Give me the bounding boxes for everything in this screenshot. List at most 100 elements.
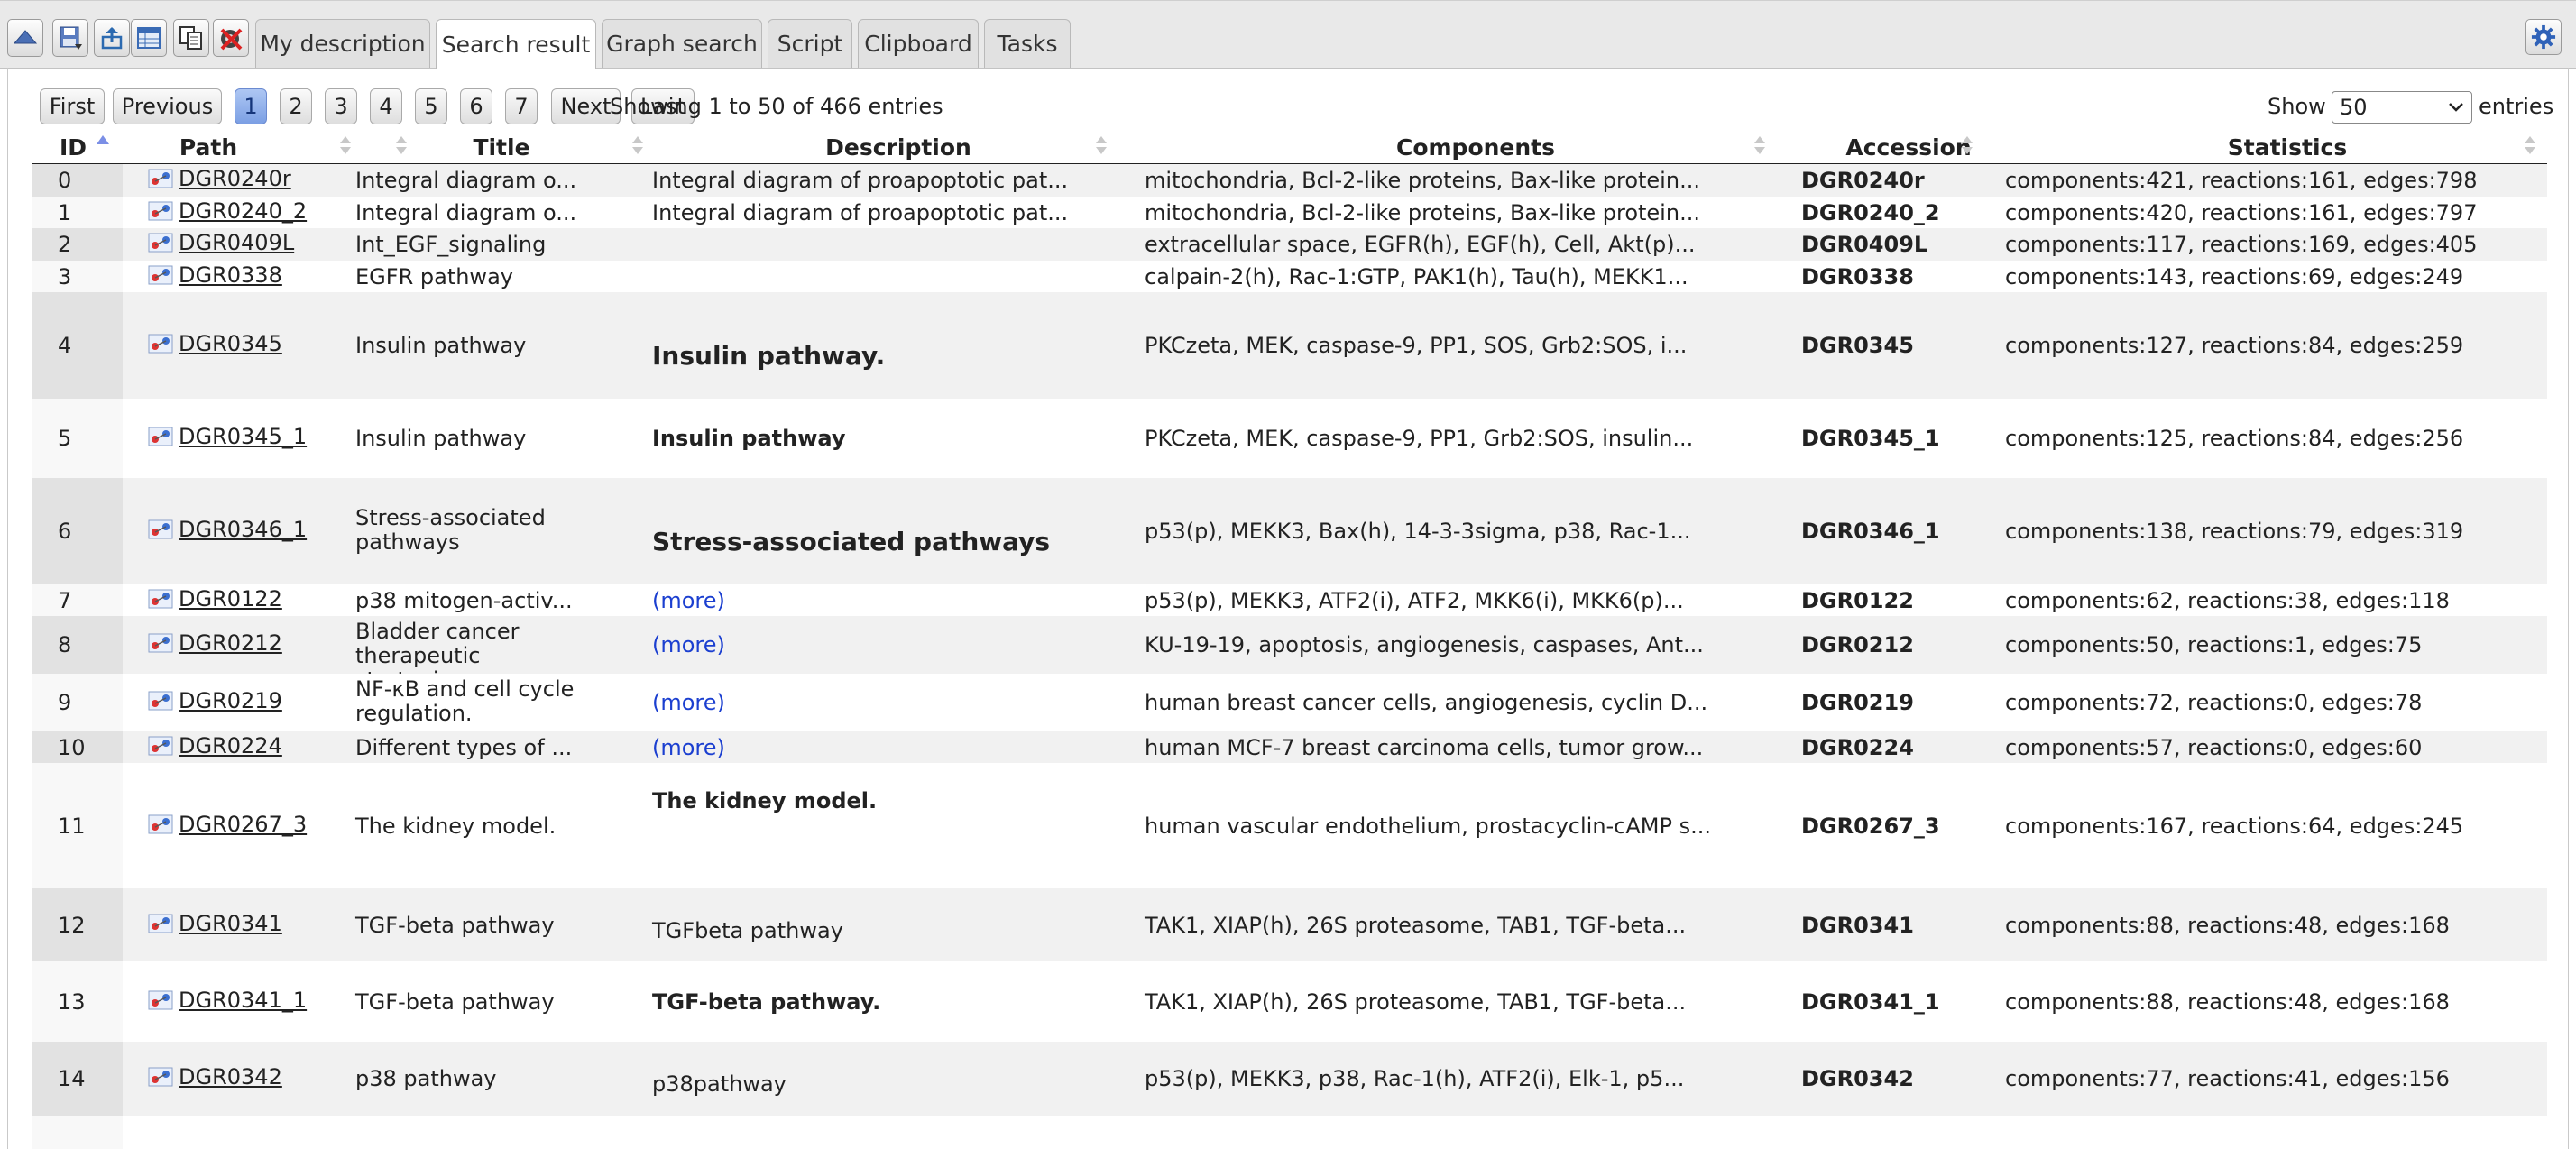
row-accession: DGR0240_2 [1801, 199, 1940, 225]
row-statistics: components:421, reactions:161, edges:798 [2005, 168, 2478, 193]
export-icon[interactable] [94, 19, 130, 57]
table-row: 11 DGR0267_3 The kidney model. The kidney m… [32, 763, 2547, 888]
table-row: 1 DGR0240_2 Integral diagram o... Integral … [32, 197, 2547, 228]
row-path-link[interactable]: DGR0345_1 [179, 424, 307, 449]
row-description-more-link[interactable]: (more) [652, 735, 725, 760]
row-statistics: components:57, reactions:0, edges:60 [2005, 734, 2423, 760]
row-path-link[interactable]: DGR0122 [179, 586, 282, 611]
row-path-link[interactable]: DGR0341_1 [179, 988, 307, 1013]
diagram-icon [148, 201, 173, 220]
row-components: TAK1, XIAP(h), 26S proteasome, TAB1, TGF… [1145, 912, 1687, 938]
entries-per-page-select[interactable]: 50 [2332, 91, 2472, 124]
page-button-3[interactable]: 3 [325, 88, 357, 124]
row-path-link[interactable]: DGR0240_2 [179, 198, 307, 224]
row-description: p38pathway [652, 1071, 787, 1097]
page-button-2[interactable]: 2 [280, 88, 312, 124]
table-row: 13 DGR0341_1 TGF-beta pathway TGF-beta path… [32, 961, 2547, 1042]
sort-both-icon [632, 136, 643, 154]
copy-icon[interactable] [173, 19, 209, 57]
row-path: DGR0338 [148, 262, 282, 288]
row-path-link[interactable]: DGR0212 [179, 630, 282, 656]
tab-tasks[interactable]: Tasks [984, 19, 1071, 68]
tab-graph-search[interactable]: Graph search [602, 19, 762, 68]
row-path: DGR0342 [148, 1064, 282, 1089]
entries-info: Showing 1 to 50 of 466 entries [610, 94, 943, 119]
row-path-link[interactable]: DGR0342 [179, 1064, 282, 1089]
row-path-link[interactable]: DGR0409L [179, 230, 294, 255]
table-row: 8DGR0212Bladder cancer therapeutic strat… [32, 616, 2547, 693]
tab-script[interactable]: Script [768, 19, 852, 68]
table-row: 7 DGR0122 p38 mitogen-activ... (more) p53(p)… [32, 584, 2547, 616]
row-path-link[interactable]: DGR0240r [179, 166, 291, 191]
row-id: 5 [32, 399, 123, 478]
diagram-icon [148, 265, 173, 284]
row-title: Insulin pathway [355, 333, 527, 358]
diagram-icon [148, 169, 173, 188]
row-title: EGFR pathway [355, 263, 513, 290]
row-components: mitochondria, Bcl-2-like proteins, Bax-l… [1145, 199, 1700, 225]
previous-page-button[interactable]: Previous [113, 88, 222, 124]
collapse-up-icon[interactable] [7, 19, 43, 57]
page-button-7[interactable]: 7 [505, 88, 538, 124]
row-accession: DGR0409L [1801, 232, 1928, 257]
row-title: Int_EGF_signaling [355, 232, 547, 257]
save-icon[interactable] [52, 19, 88, 57]
diagram-icon [148, 334, 173, 354]
tab-search-result[interactable]: Search result [436, 19, 596, 69]
row-path-link[interactable]: DGR0338 [179, 262, 282, 288]
row-id: 1 [32, 197, 123, 228]
row-path: DGR0409L [148, 230, 294, 255]
page-button-1[interactable]: 1 [235, 88, 267, 124]
row-description: Stress-associated pathways [652, 527, 1051, 556]
table-row: 4 DGR0345 Insulin pathway Insulin pathway. P… [32, 292, 2547, 399]
page-button-5[interactable]: 5 [415, 88, 447, 124]
row-accession: DGR0212 [1801, 632, 1914, 657]
column-header-id[interactable]: ID [32, 131, 114, 163]
row-components: human breast cancer cells, angiogenesis,… [1145, 690, 1708, 715]
tab-my-description[interactable]: My description [255, 19, 430, 68]
entries-label: entries [2479, 94, 2554, 119]
sort-both-icon [1962, 136, 1973, 154]
sort-both-icon [1096, 136, 1107, 154]
entries-per-page-value: 50 [2340, 95, 2368, 120]
row-description-more-link[interactable]: (more) [652, 632, 725, 657]
column-header-path[interactable]: Path [123, 131, 407, 163]
row-path: DGR0240r [148, 166, 291, 191]
page-button-4[interactable]: 4 [370, 88, 402, 124]
show-label: Show [2268, 94, 2326, 119]
row-path-link[interactable]: DGR0224 [179, 733, 282, 758]
tab-clipboard[interactable]: Clipboard [858, 19, 979, 68]
row-id: 14 [32, 1042, 123, 1116]
row-path-link[interactable]: DGR0267_3 [179, 812, 307, 837]
row-description-more-link[interactable]: (more) [652, 588, 725, 613]
table-icon[interactable] [131, 19, 167, 57]
row-statistics: components:420, reactions:161, edges:797 [2005, 199, 2478, 225]
row-accession: DGR0345 [1801, 333, 1914, 358]
row-description: TGF-beta pathway. [652, 988, 881, 1015]
row-components: calpain-2(h), Rac-1:GTP, PAK1(h), Tau(h)… [1145, 263, 1688, 290]
column-header-description[interactable]: Description [655, 131, 1142, 163]
row-id: 8 [32, 616, 123, 674]
row-components: TAK1, XIAP(h), 26S proteasome, TAB1, TGF… [1145, 988, 1687, 1015]
row-path-link[interactable]: DGR0346_1 [179, 517, 307, 542]
page-button-6[interactable]: 6 [460, 88, 492, 124]
gear-icon[interactable] [2525, 19, 2562, 55]
row-path-link[interactable]: DGR0341 [179, 911, 282, 936]
row-description: Integral diagram of proapoptotic pat... [652, 199, 1069, 225]
row-description-more-link[interactable]: (more) [652, 690, 725, 715]
row-statistics: components:88, reactions:48, edges:168 [2005, 912, 2450, 938]
chevron-down-icon [2449, 103, 2463, 112]
first-page-button[interactable]: First [40, 88, 105, 124]
column-header-components[interactable]: Components [1142, 131, 1809, 163]
row-path-link[interactable]: DGR0345 [179, 331, 282, 356]
column-header-statistics[interactable]: Statistics [1999, 131, 2576, 163]
row-components: p53(p), MEKK3, ATF2(i), ATF2, MKK6(i), M… [1145, 587, 1684, 613]
row-description: TGFbeta pathway [652, 917, 843, 943]
tools-icon[interactable] [213, 19, 249, 57]
row-title: NF-κB and cell cycle regulation. [355, 676, 575, 726]
row-components: KU-19-19, apoptosis, angiogenesis, caspa… [1145, 632, 1704, 657]
row-path-link[interactable]: DGR0219 [179, 688, 282, 713]
diagram-icon [148, 233, 173, 253]
row-description: Integral diagram of proapoptotic pat... [652, 168, 1069, 193]
row-statistics: components:88, reactions:48, edges:168 [2005, 988, 2450, 1015]
